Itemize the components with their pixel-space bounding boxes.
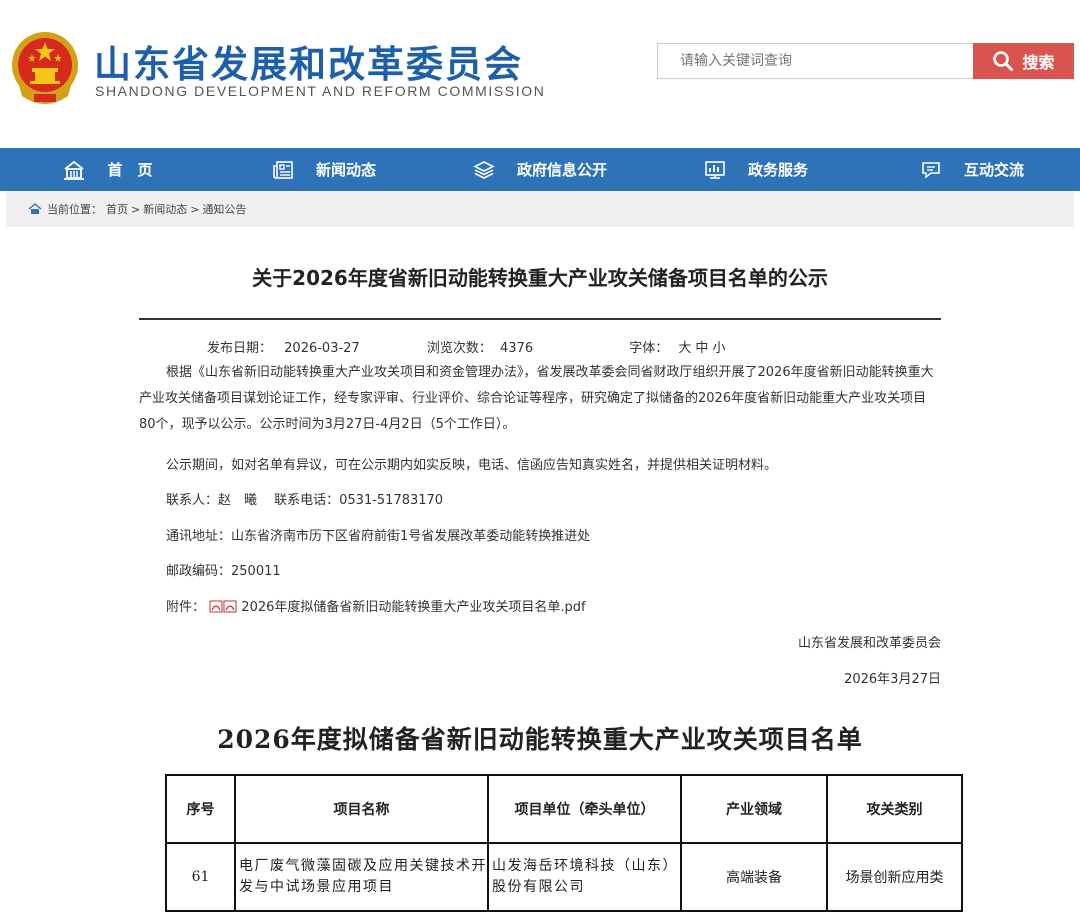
nav-label-gov-info: 政府信息公开	[516, 161, 607, 179]
article-paragraph-1: 根据《山东省新旧动能转换重大产业攻关项目和资金管理办法》，省发展改革委会同省财政…	[139, 365, 934, 432]
site-title: 山东省发展和改革委员会	[94, 43, 523, 86]
col-header-unit: 项目单位（牵头单位）	[487, 774, 682, 844]
col-header-name: 项目名称	[234, 774, 489, 844]
article-paragraph-2: 公示期间，如对名单有异议，可在公示期内如实反映，电话、信函应告知真实姓名，并提供…	[166, 458, 778, 473]
national-emblem-icon	[12, 32, 78, 104]
chat-icon	[922, 161, 940, 179]
search-button-label: 搜索	[1022, 53, 1055, 72]
home-icon	[64, 160, 85, 180]
title-divider	[139, 318, 941, 320]
layers-icon	[473, 160, 495, 179]
signature-org: 山东省发展和改革委员会	[797, 636, 941, 651]
breadcrumb-separator: >	[190, 202, 200, 216]
breadcrumb-separator: >	[131, 202, 141, 216]
font-size-small[interactable]: 小	[712, 337, 725, 356]
search-button[interactable]: 搜索	[973, 43, 1074, 79]
breadcrumb-item-home[interactable]: 首页	[106, 201, 128, 217]
chart-monitor-icon	[705, 160, 725, 179]
breadcrumb: 当前位置： 首页 > 新闻动态 > 通知公告	[6, 191, 1074, 227]
col-header-field: 产业领域	[680, 774, 828, 844]
col-header-category: 攻关类别	[826, 774, 963, 844]
postcode-info: 邮政编码：250011	[166, 564, 281, 579]
nav-item-interaction[interactable]: 互动交流	[864, 148, 1080, 191]
pdf-icon	[223, 600, 237, 613]
table-row: 61 电厂废气微藻固碳及应用关键技术开发与中试场景应用项目 山发海岳环境科技（山…	[165, 842, 963, 912]
cell-category: 场景创新应用类	[826, 842, 963, 912]
attachment-label: 附件：	[166, 600, 206, 615]
nav-item-news[interactable]: 新闻动态	[216, 148, 432, 191]
signature-date: 2026年3月27日	[844, 672, 941, 687]
col-header-no: 序号	[165, 774, 236, 844]
breadcrumb-item-notices[interactable]: 通知公告	[202, 201, 246, 217]
project-table: 序号 项目名称 项目单位（牵头单位） 产业领域 攻关类别 61 电厂废气微藻固碳…	[165, 774, 963, 912]
nav-label-interaction: 互动交流	[963, 161, 1024, 179]
nav-label-news: 新闻动态	[315, 161, 376, 179]
site-subtitle: SHANDONG DEVELOPMENT AND REFORM COMMISSI…	[95, 83, 546, 99]
breadcrumb-item-news[interactable]: 新闻动态	[143, 201, 187, 217]
nav-item-home[interactable]: 首 页	[0, 148, 216, 191]
font-size-large[interactable]: 大	[678, 337, 691, 356]
nav-label-home: 首 页	[107, 161, 153, 179]
views-label: 浏览次数：	[426, 341, 492, 356]
font-label: 字体：	[629, 341, 669, 356]
font-size-controls: 大中小	[678, 337, 729, 356]
article-title: 关于2026年度省新旧动能转换重大产业攻关储备项目名单的公示	[252, 266, 828, 290]
nav-label-services: 政务服务	[747, 161, 808, 179]
font-size-medium[interactable]: 中	[695, 337, 708, 356]
date-label: 发布日期：	[207, 341, 273, 356]
cell-name: 电厂废气微藻固碳及应用关键技术开发与中试场景应用项目	[234, 842, 489, 912]
main-nav: 首 页 新闻动态 政府信息公开 政务服务 互动交流	[0, 148, 1080, 191]
contact-info: 联系人：赵 曦 联系电话：0531-51783170	[166, 493, 444, 508]
publish-date: 2026-03-27	[284, 341, 360, 356]
attachment-link[interactable]: 2026年度拟储备省新旧动能转换重大产业攻关项目名单.pdf	[241, 600, 585, 615]
article-meta: 发布日期： 2026-03-27 浏览次数： 4376 字体： 大中小	[207, 337, 729, 356]
pdf-icon	[209, 600, 223, 613]
cell-unit: 山发海岳环境科技（山东）股份有限公司	[487, 842, 682, 912]
cell-field: 高端装备	[680, 842, 828, 912]
address-info: 通讯地址：山东省济南市历下区省府前街1号省发展改革委动能转换推进处	[166, 529, 591, 544]
home-icon	[28, 203, 42, 214]
nav-item-services[interactable]: 政务服务	[648, 148, 864, 191]
views-count: 4376	[500, 341, 534, 356]
table-header-row: 序号 项目名称 项目单位（牵头单位） 产业领域 攻关类别	[165, 774, 963, 844]
site-header: 山东省发展和改革委员会 SHANDONG DEVELOPMENT AND REF…	[0, 0, 1080, 148]
search-input[interactable]	[657, 43, 973, 79]
table-title: 2026年度拟储备省新旧动能转换重大产业攻关项目名单	[217, 725, 863, 754]
search-icon	[993, 51, 1014, 71]
news-icon	[273, 160, 293, 179]
attachment-row: 附件： 2026年度拟储备省新旧动能转换重大产业攻关项目名单.pdf	[166, 596, 586, 615]
breadcrumb-prefix: 当前位置：	[47, 203, 102, 216]
cell-no: 61	[165, 842, 236, 912]
nav-item-gov-info[interactable]: 政府信息公开	[432, 148, 648, 191]
